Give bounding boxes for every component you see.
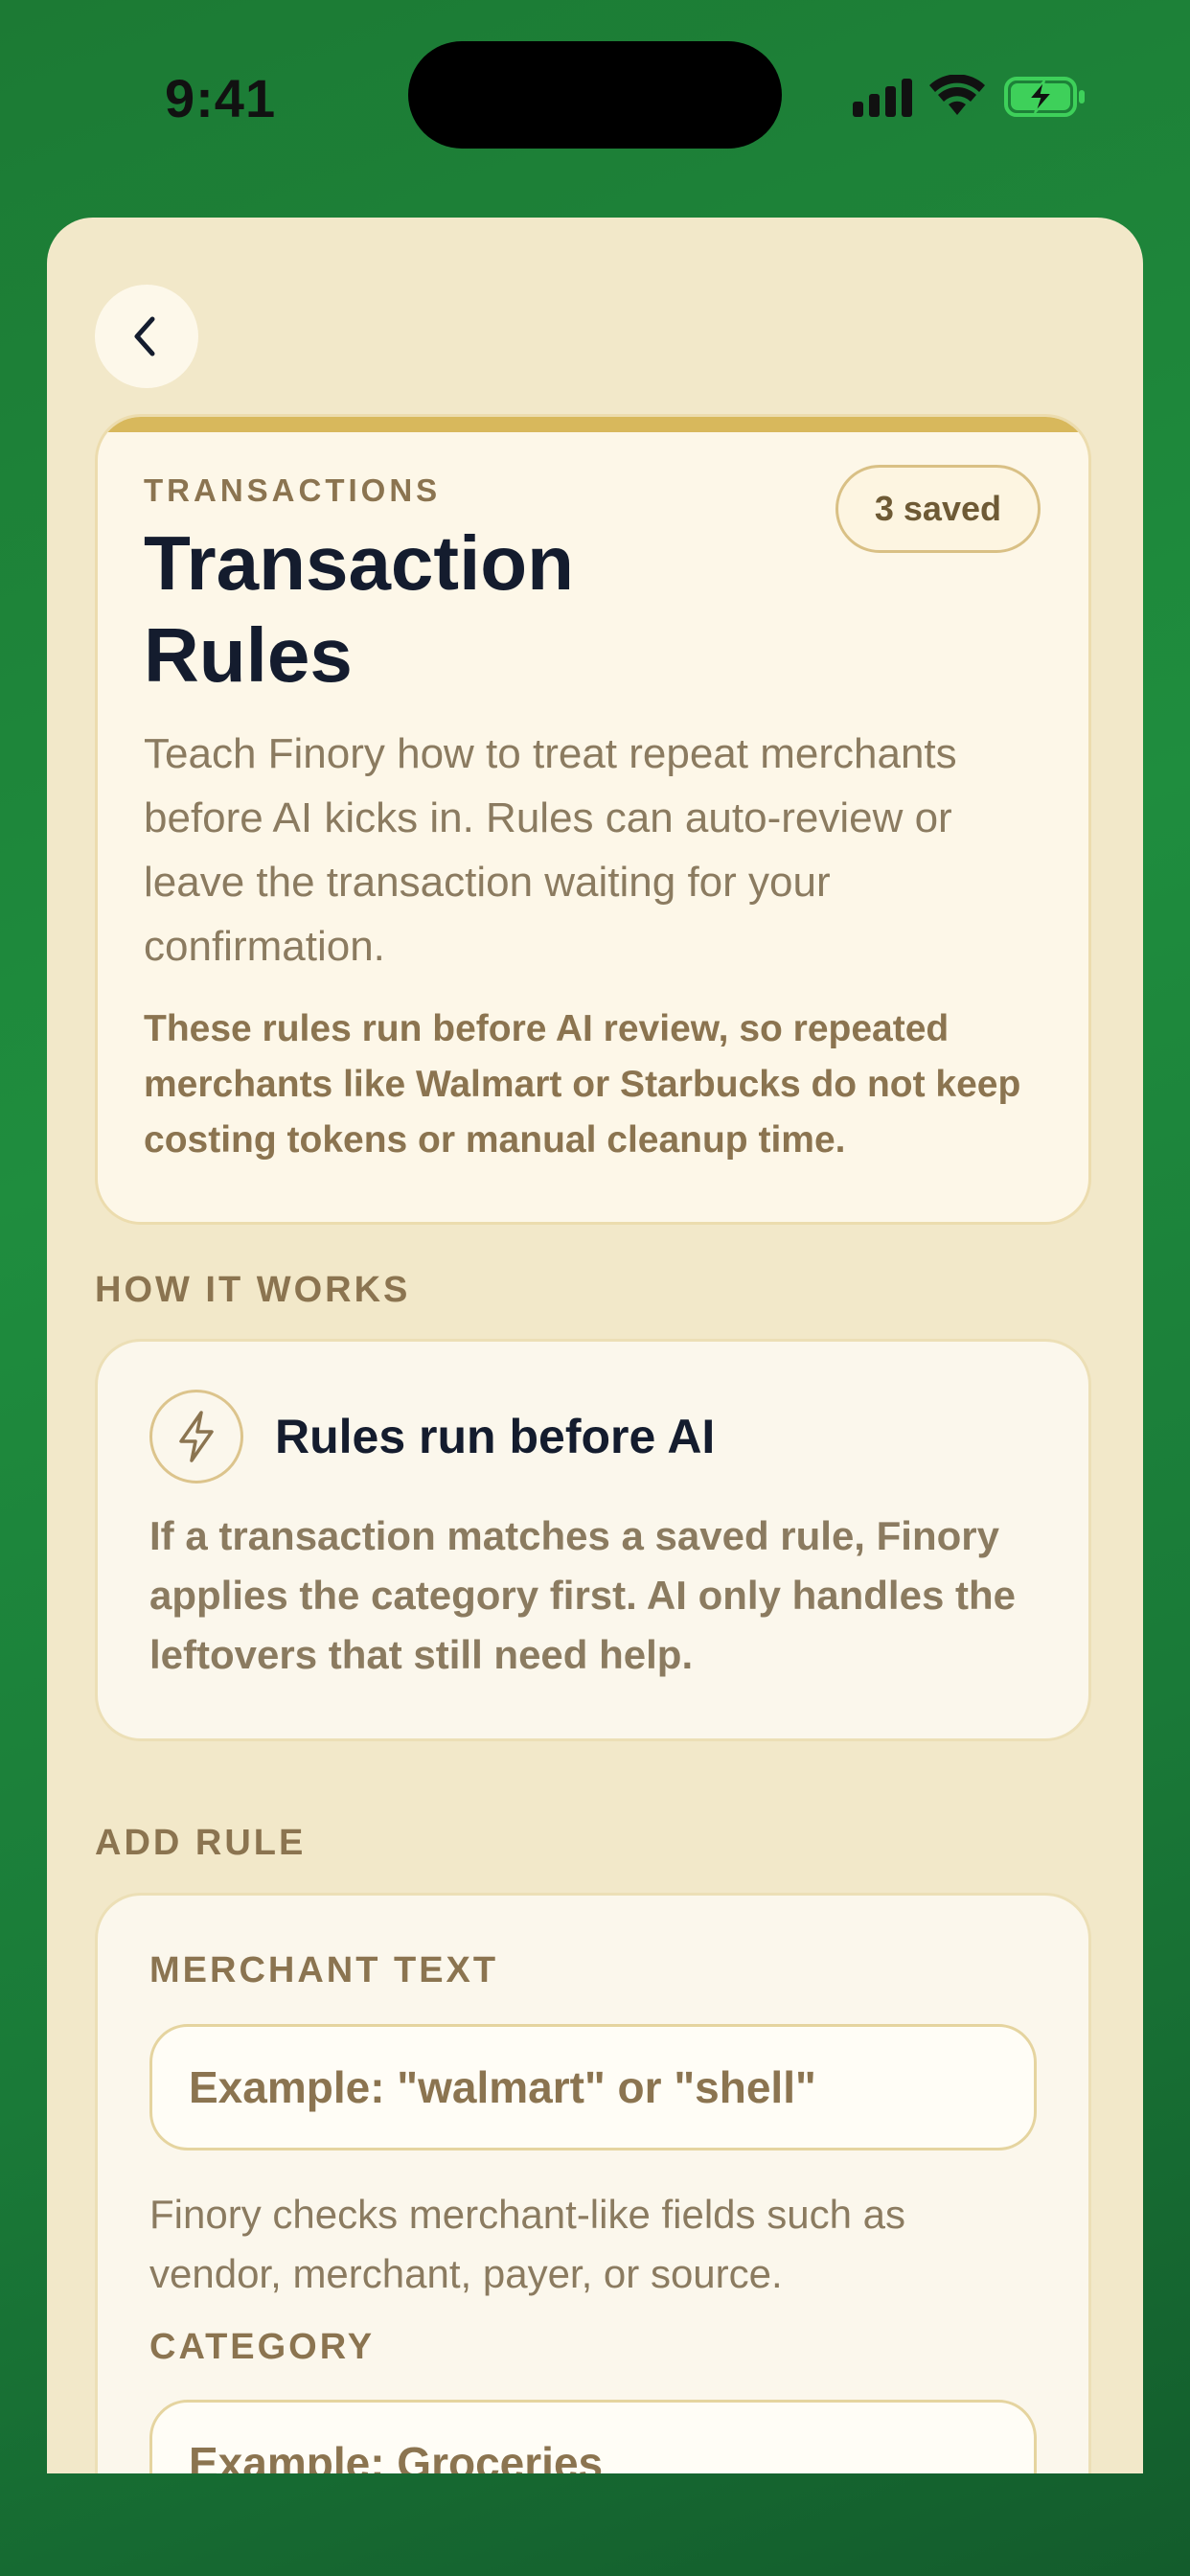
how-it-works-card: Rules run before AI If a transaction mat… bbox=[95, 1339, 1091, 1741]
how-it-works-body: If a transaction matches a saved rule, F… bbox=[149, 1513, 1016, 1677]
category-input[interactable] bbox=[149, 2400, 1037, 2473]
battery-charging-icon bbox=[1004, 77, 1085, 117]
back-button[interactable] bbox=[95, 285, 198, 388]
hero-card: TRANSACTIONS 3 saved Transaction Rules T… bbox=[95, 414, 1091, 1225]
transaction-rules-sheet: TRANSACTIONS 3 saved Transaction Rules T… bbox=[47, 218, 1143, 2473]
add-rule-card: MERCHANT TEXT Finory checks merchant-lik… bbox=[95, 1893, 1091, 2473]
status-time: 9:41 bbox=[165, 68, 277, 128]
page-title: Transaction Rules bbox=[144, 520, 575, 698]
hero-eyebrow: TRANSACTIONS bbox=[144, 472, 442, 508]
cellular-signal-icon bbox=[853, 79, 914, 117]
dynamic-island bbox=[408, 41, 782, 149]
hero-note: These rules run before AI review, so rep… bbox=[144, 1008, 1021, 1161]
how-it-works-title: Rules run before AI bbox=[275, 1410, 716, 1463]
lightning-icon bbox=[149, 1390, 243, 1484]
category-label: CATEGORY bbox=[149, 2327, 376, 2367]
hero-accent-bar bbox=[98, 417, 1088, 432]
merchant-text-label: MERCHANT TEXT bbox=[149, 1950, 499, 1990]
saved-count-badge: 3 saved bbox=[835, 465, 1041, 553]
add-rule-label: ADD RULE bbox=[95, 1823, 307, 1863]
wifi-icon bbox=[929, 75, 985, 115]
hero-description: Teach Finory how to treat repeat merchan… bbox=[144, 730, 957, 970]
how-it-works-label: HOW IT WORKS bbox=[95, 1270, 411, 1310]
merchant-text-input[interactable] bbox=[149, 2024, 1037, 2150]
merchant-help-text: Finory checks merchant-like fields such … bbox=[149, 2192, 905, 2296]
chevron-left-icon bbox=[134, 316, 155, 356]
status-bar: 9:41 bbox=[0, 0, 1190, 192]
